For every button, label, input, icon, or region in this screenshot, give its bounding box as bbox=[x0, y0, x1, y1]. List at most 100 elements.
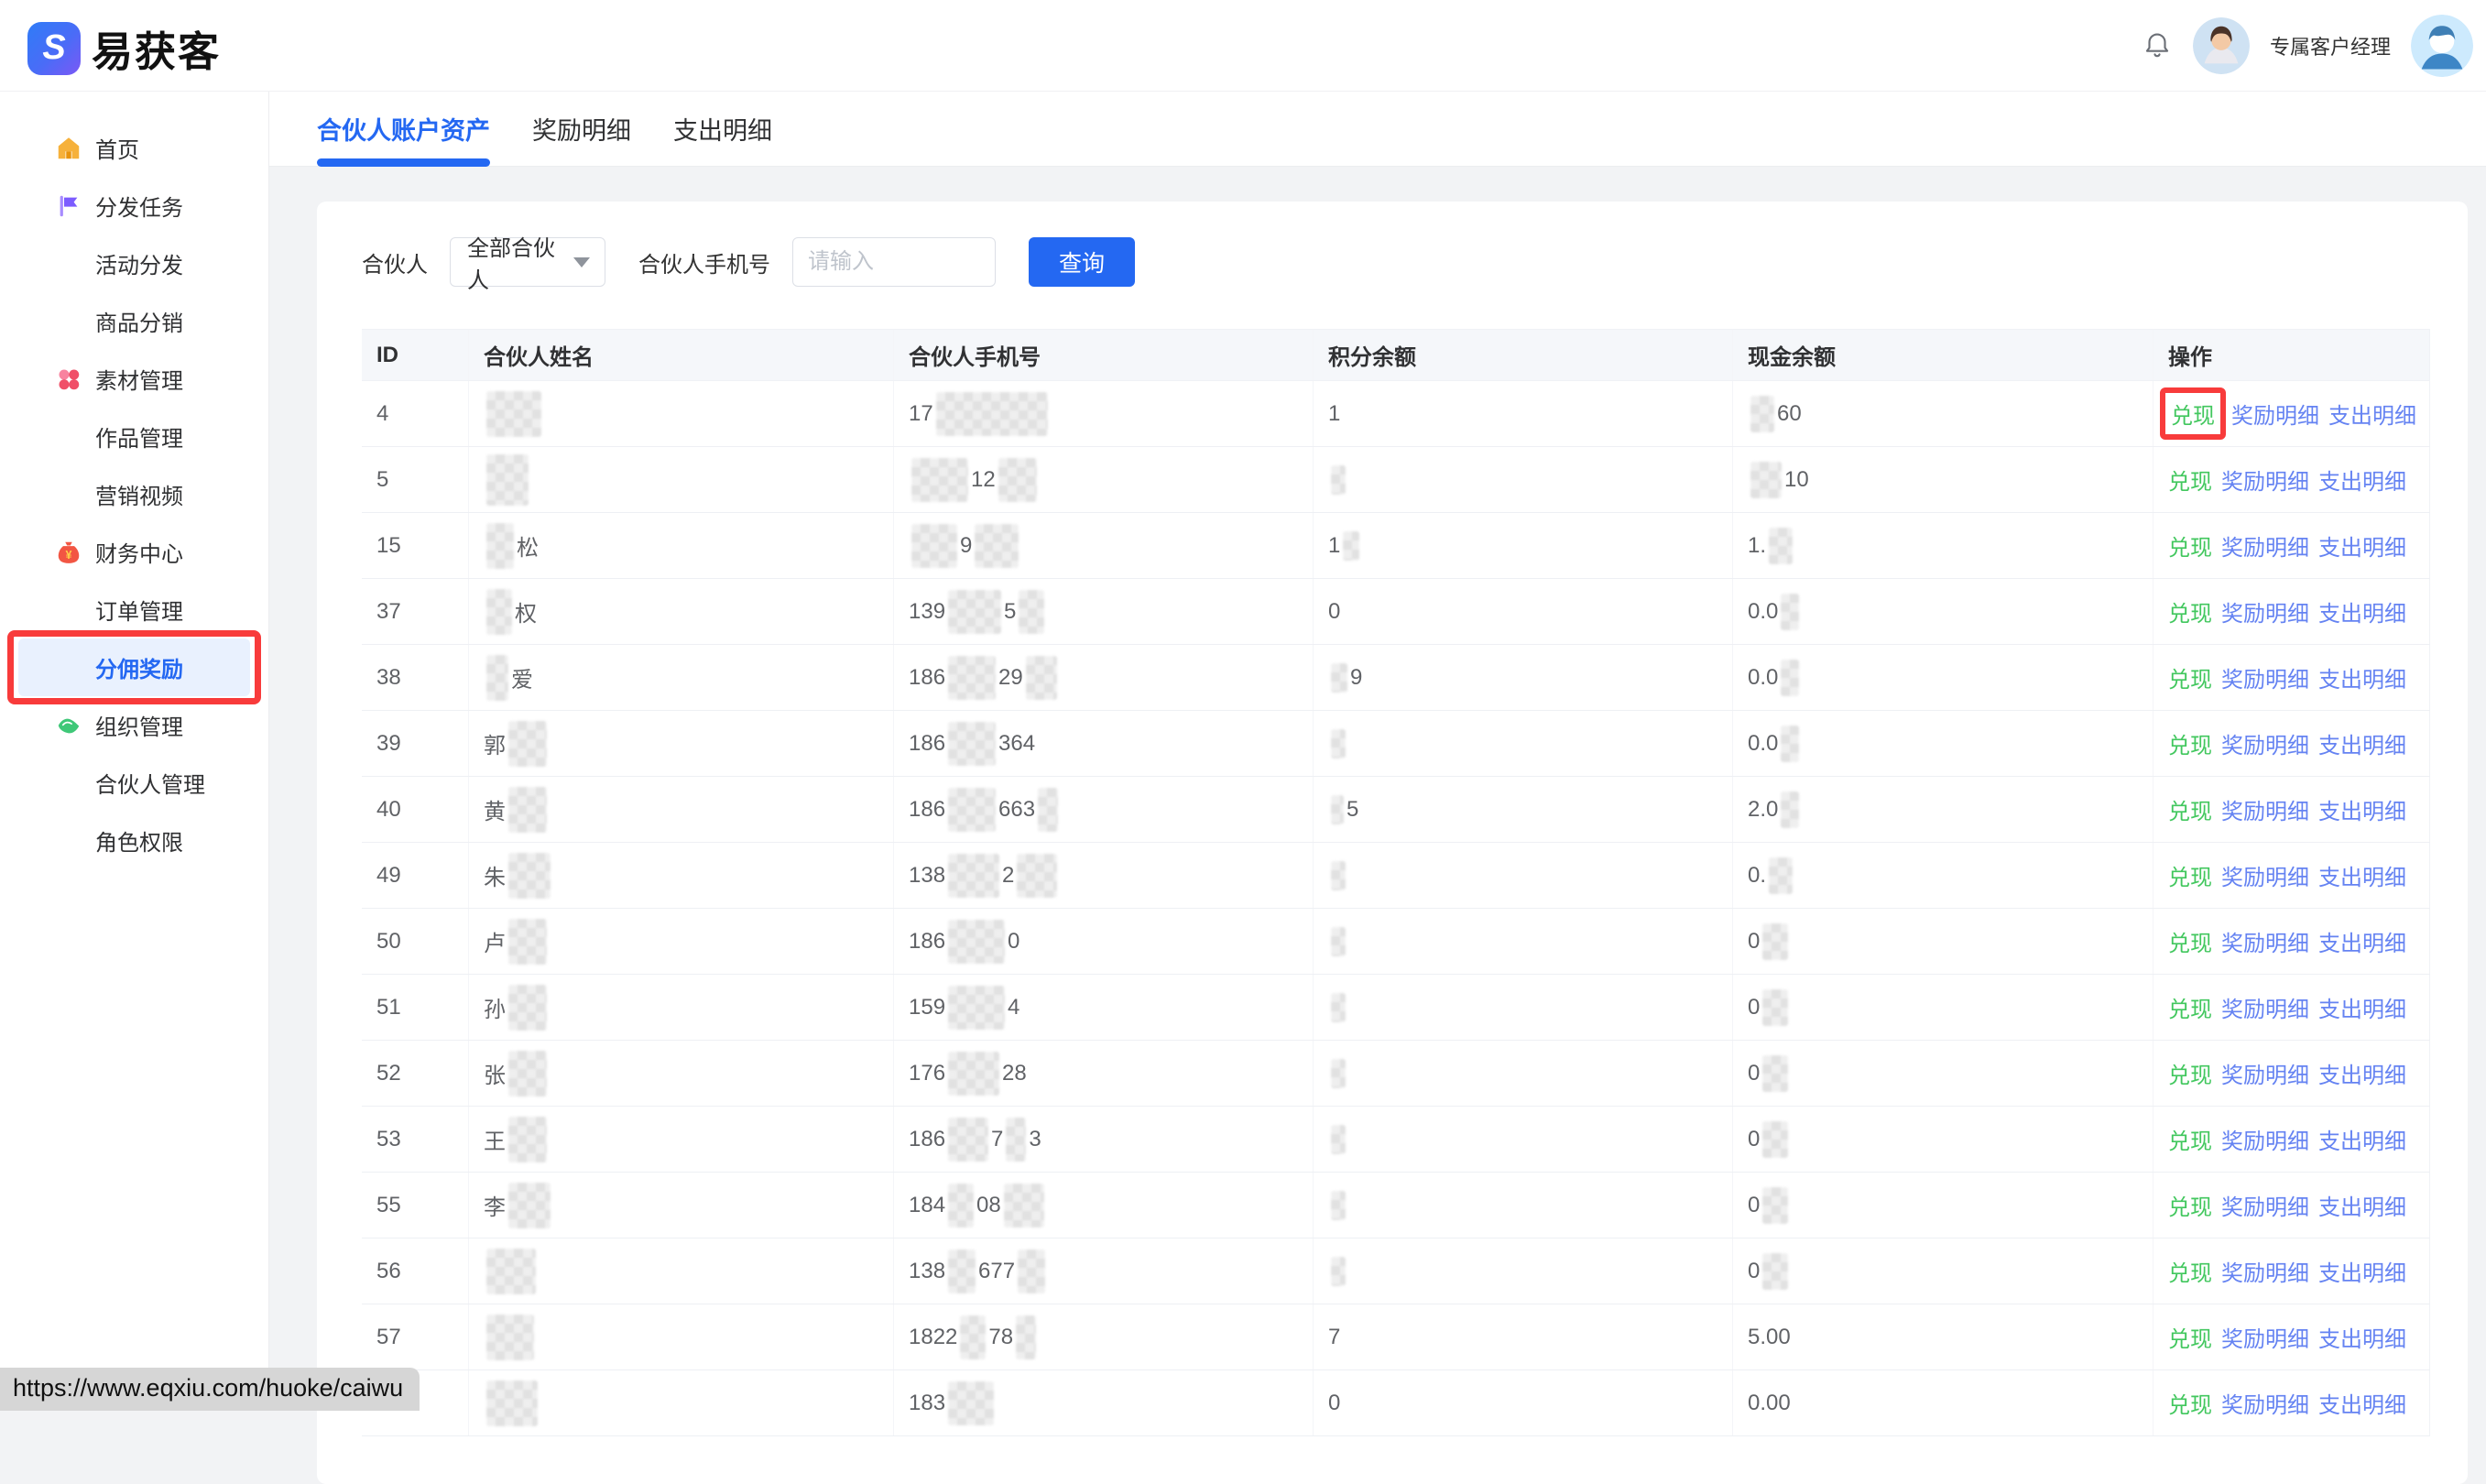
sidebar-item-素材管理[interactable]: 素材管理 bbox=[18, 350, 250, 408]
action-link-兑现[interactable]: 兑现 bbox=[2168, 1123, 2212, 1155]
redacted-blur bbox=[1016, 1315, 1036, 1359]
cell-points-balance: 7 bbox=[1314, 1304, 1733, 1369]
action-link-支出明细[interactable]: 支出明细 bbox=[2318, 1057, 2406, 1089]
action-link-奖励明细[interactable]: 奖励明细 bbox=[2221, 925, 2309, 957]
action-link-支出明细[interactable]: 支出明细 bbox=[2318, 793, 2406, 825]
org-icon bbox=[55, 712, 82, 739]
sidebar-item-活动分发[interactable]: 活动分发 bbox=[18, 235, 250, 292]
sidebar-item-商品分销[interactable]: 商品分销 bbox=[18, 292, 250, 350]
action-link-兑现[interactable]: 兑现 bbox=[2168, 991, 2212, 1023]
cell-points-balance: 1 bbox=[1314, 381, 1733, 446]
action-link-支出明细[interactable]: 支出明细 bbox=[2318, 464, 2406, 496]
search-button[interactable]: 查询 bbox=[1029, 237, 1135, 287]
action-link-兑现[interactable]: 兑现 bbox=[2168, 1387, 2212, 1419]
redacted-blur bbox=[1331, 861, 1346, 890]
column-header-操作: 操作 bbox=[2153, 330, 2430, 380]
cell-text-fragment: 186 bbox=[909, 731, 945, 757]
action-link-支出明细[interactable]: 支出明细 bbox=[2328, 398, 2416, 430]
sidebar-item-营销视频[interactable]: 营销视频 bbox=[18, 465, 250, 523]
redacted-blur bbox=[1769, 857, 1793, 894]
action-link-兑现[interactable]: 兑现 bbox=[2168, 661, 2212, 693]
action-link-支出明细[interactable]: 支出明细 bbox=[2318, 1255, 2406, 1287]
action-link-支出明细[interactable]: 支出明细 bbox=[2318, 595, 2406, 627]
action-link-奖励明细[interactable]: 奖励明细 bbox=[2221, 1255, 2309, 1287]
action-link-支出明细[interactable]: 支出明细 bbox=[2318, 1123, 2406, 1155]
sidebar-item-label: 首页 bbox=[95, 132, 139, 164]
action-link-奖励明细[interactable]: 奖励明细 bbox=[2231, 398, 2319, 430]
action-link-兑现[interactable]: 兑现 bbox=[2168, 1057, 2212, 1089]
cell-text-fragment: 186 bbox=[909, 1127, 945, 1152]
action-link-兑现[interactable]: 兑现 bbox=[2168, 1255, 2212, 1287]
action-link-奖励明细[interactable]: 奖励明细 bbox=[2221, 727, 2309, 759]
user-avatar[interactable] bbox=[2411, 15, 2473, 77]
notification-bell-icon[interactable] bbox=[2142, 30, 2173, 61]
action-link-兑现[interactable]: 兑现 bbox=[2168, 925, 2212, 957]
action-link-兑现[interactable]: 兑现 bbox=[2168, 595, 2212, 627]
action-link-支出明细[interactable]: 支出明细 bbox=[2318, 661, 2406, 693]
action-link-奖励明细[interactable]: 奖励明细 bbox=[2221, 991, 2309, 1023]
action-link-支出明细[interactable]: 支出明细 bbox=[2318, 1387, 2406, 1419]
action-link-奖励明细[interactable]: 奖励明细 bbox=[2221, 595, 2309, 627]
redacted-blur bbox=[1762, 989, 1788, 1026]
action-link-支出明细[interactable]: 支出明细 bbox=[2318, 1189, 2406, 1221]
action-link-支出明细[interactable]: 支出明细 bbox=[2318, 1321, 2406, 1353]
action-link-兑现[interactable]: 兑现 bbox=[2171, 398, 2215, 430]
action-link-奖励明细[interactable]: 奖励明细 bbox=[2221, 1387, 2309, 1419]
redacted-blur bbox=[1781, 791, 1799, 828]
cell-cash-balance: 0 bbox=[1733, 1041, 2153, 1106]
manager-avatar[interactable] bbox=[2193, 17, 2250, 74]
action-link-兑现[interactable]: 兑现 bbox=[2168, 793, 2212, 825]
sidebar-item-首页[interactable]: 首页 bbox=[18, 119, 250, 177]
redacted-blur bbox=[508, 1051, 547, 1097]
sidebar-item-作品管理[interactable]: 作品管理 bbox=[18, 408, 250, 465]
redacted-blur bbox=[1331, 1257, 1346, 1286]
action-link-支出明细[interactable]: 支出明细 bbox=[2318, 727, 2406, 759]
phone-input[interactable] bbox=[792, 237, 996, 287]
redacted-blur bbox=[948, 722, 996, 766]
sidebar-item-订单管理[interactable]: 订单管理 bbox=[18, 581, 250, 638]
cell-actions: 兑现奖励明细支出明细 bbox=[2153, 447, 2430, 512]
tab-奖励明细[interactable]: 奖励明细 bbox=[532, 92, 631, 167]
cell-text-fragment: 王 bbox=[484, 1123, 506, 1155]
cell-partner-phone: 1860 bbox=[894, 909, 1314, 974]
cell-text-fragment: 卢 bbox=[484, 925, 506, 957]
sidebar-item-分佣奖励[interactable]: 分佣奖励 bbox=[18, 638, 250, 696]
chevron-down-icon bbox=[573, 257, 590, 267]
sidebar-item-分发任务[interactable]: 分发任务 bbox=[18, 177, 250, 235]
redacted-blur bbox=[486, 391, 541, 437]
action-link-奖励明细[interactable]: 奖励明细 bbox=[2221, 1321, 2309, 1353]
action-link-奖励明细[interactable]: 奖励明细 bbox=[2221, 661, 2309, 693]
action-link-奖励明细[interactable]: 奖励明细 bbox=[2221, 793, 2309, 825]
sidebar-item-财务中心[interactable]: ¥财务中心 bbox=[18, 523, 250, 581]
tab-合伙人账户资产[interactable]: 合伙人账户资产 bbox=[317, 92, 490, 167]
action-link-支出明细[interactable]: 支出明细 bbox=[2318, 529, 2406, 562]
cell-text-fragment: 138 bbox=[909, 1259, 945, 1284]
action-link-奖励明细[interactable]: 奖励明细 bbox=[2221, 529, 2309, 562]
action-link-奖励明细[interactable]: 奖励明细 bbox=[2221, 1123, 2309, 1155]
action-link-兑现[interactable]: 兑现 bbox=[2168, 1321, 2212, 1353]
redacted-blur bbox=[1781, 726, 1799, 762]
sidebar-item-组织管理[interactable]: 组织管理 bbox=[18, 696, 250, 754]
action-link-奖励明细[interactable]: 奖励明细 bbox=[2221, 859, 2309, 891]
cell-partner-name: 权 bbox=[469, 579, 894, 644]
cell-id: 57 bbox=[362, 1304, 469, 1369]
action-link-兑现[interactable]: 兑现 bbox=[2168, 464, 2212, 496]
action-link-支出明细[interactable]: 支出明细 bbox=[2318, 859, 2406, 891]
cell-text-fragment: 0.0 bbox=[1748, 665, 1778, 691]
tab-支出明细[interactable]: 支出明细 bbox=[673, 92, 772, 167]
cell-actions: 兑现奖励明细支出明细 bbox=[2153, 777, 2430, 842]
action-link-奖励明细[interactable]: 奖励明细 bbox=[2221, 1189, 2309, 1221]
cell-partner-name: 松 bbox=[469, 513, 894, 578]
sidebar-item-合伙人管理[interactable]: 合伙人管理 bbox=[18, 754, 250, 812]
action-link-奖励明细[interactable]: 奖励明细 bbox=[2221, 464, 2309, 496]
partner-select[interactable]: 全部合伙人 bbox=[450, 237, 605, 287]
action-link-兑现[interactable]: 兑现 bbox=[2168, 859, 2212, 891]
action-link-兑现[interactable]: 兑现 bbox=[2168, 529, 2212, 562]
action-link-兑现[interactable]: 兑现 bbox=[2168, 727, 2212, 759]
action-link-支出明细[interactable]: 支出明细 bbox=[2318, 991, 2406, 1023]
sidebar-item-角色权限[interactable]: 角色权限 bbox=[18, 812, 250, 869]
action-link-奖励明细[interactable]: 奖励明细 bbox=[2221, 1057, 2309, 1089]
action-link-支出明细[interactable]: 支出明细 bbox=[2318, 925, 2406, 957]
table-row: 55李184080兑现奖励明细支出明细 bbox=[362, 1173, 2430, 1238]
action-link-兑现[interactable]: 兑现 bbox=[2168, 1189, 2212, 1221]
